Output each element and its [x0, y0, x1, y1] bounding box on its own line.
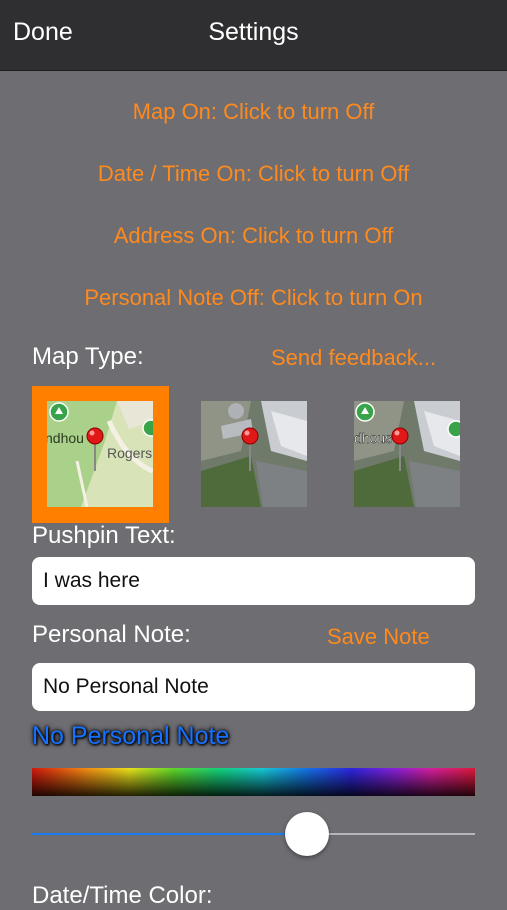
save-note-button[interactable]: Save Note: [327, 624, 430, 650]
datetime-toggle-button[interactable]: Date / Time On: Click to turn Off: [0, 161, 507, 187]
color-spectrum-picker[interactable]: [32, 768, 475, 796]
personal-note-label: Personal Note:: [32, 621, 191, 648]
map-toggle-button[interactable]: Map On: Click to turn Off: [0, 99, 507, 125]
satellite-map-thumbnail: [201, 401, 307, 507]
color-slider-knob[interactable]: [284, 812, 329, 856]
personal-note-input[interactable]: No Personal Note: [32, 663, 475, 711]
pushpin-text-label: Pushpin Text:: [32, 522, 176, 549]
map-type-label: Map Type:: [32, 343, 144, 370]
hybrid-map-thumbnail: dhous: [354, 401, 460, 507]
page-title: Settings: [208, 18, 299, 46]
standard-map-place-label: ndhou: [47, 430, 84, 446]
datetime-color-label: Date/Time Color:: [32, 882, 213, 909]
map-type-standard-option[interactable]: ndhou Rogers: [32, 386, 169, 523]
color-slider-track[interactable]: [32, 833, 475, 835]
personal-note-toggle-button[interactable]: Personal Note Off: Click to turn On: [0, 285, 507, 311]
map-type-hybrid-option[interactable]: dhous: [354, 401, 460, 507]
address-toggle-button[interactable]: Address On: Click to turn Off: [0, 223, 507, 249]
hybrid-map-place-label: dhous: [354, 430, 392, 446]
navigation-bar: Done Settings: [0, 0, 507, 71]
map-type-satellite-option[interactable]: [201, 401, 307, 507]
pushpin-text-input[interactable]: I was here: [32, 557, 475, 605]
standard-map-street-label: Rogers: [107, 445, 152, 461]
color-slider-fill: [32, 833, 307, 835]
personal-note-preview: No Personal Note: [32, 722, 230, 750]
standard-map-thumbnail: ndhou Rogers: [47, 401, 153, 507]
send-feedback-link[interactable]: Send feedback...: [271, 345, 436, 371]
